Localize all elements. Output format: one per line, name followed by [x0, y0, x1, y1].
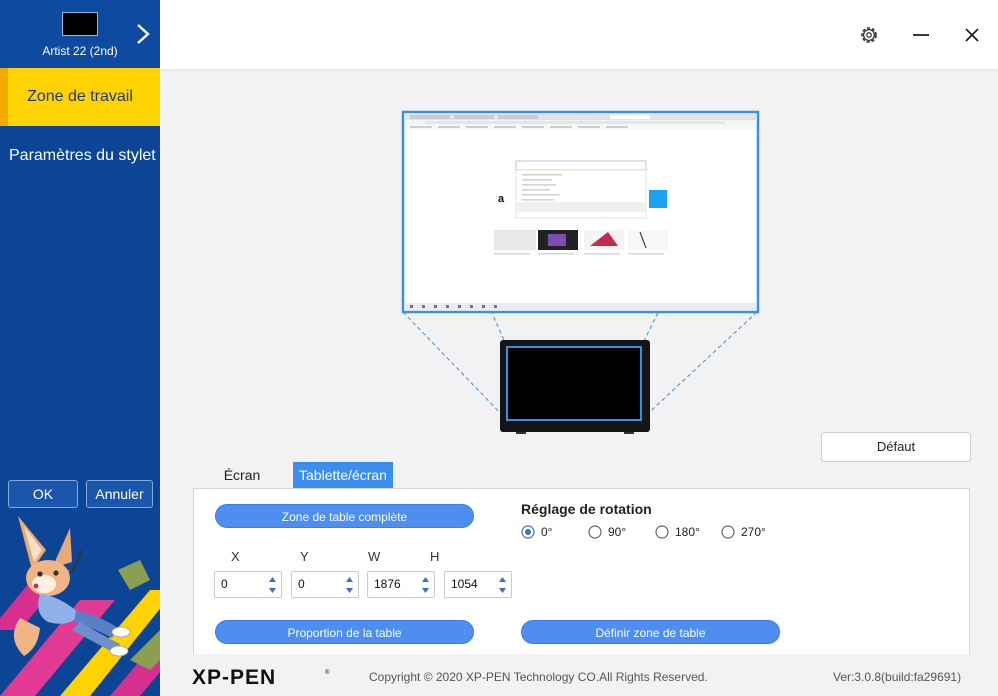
- gear-icon[interactable]: [858, 24, 880, 46]
- svg-text:®: ®: [325, 669, 330, 676]
- ok-button[interactable]: OK: [8, 480, 78, 508]
- h-label: H: [430, 549, 440, 564]
- sidebar-item-zone-de-travail[interactable]: Zone de travail: [0, 68, 160, 126]
- x-stepper[interactable]: 0: [214, 571, 282, 598]
- device-name: Artist 22 (2nd): [42, 44, 118, 58]
- title-bar: [160, 0, 998, 70]
- radio-checked-icon: [521, 525, 535, 539]
- mapping-preview: a: [401, 110, 760, 434]
- version-text: Ver:3.0.8(build:fa29691): [833, 670, 962, 684]
- active-indicator: [0, 68, 8, 126]
- chevron-right-icon[interactable]: [134, 22, 152, 46]
- full-table-area-button[interactable]: Zone de table complète: [215, 504, 474, 528]
- h-value: 1054: [451, 577, 478, 591]
- w-label: W: [368, 549, 381, 564]
- default-button[interactable]: Défaut: [821, 432, 971, 462]
- sidebar-item-label: Zone de travail: [27, 88, 133, 105]
- arrow-down-icon[interactable]: [268, 586, 277, 595]
- xp-pen-logo: XP-PEN ®: [192, 666, 330, 688]
- sidebar-item-label: Paramètres du stylet: [9, 147, 156, 164]
- svg-text:a: a: [498, 193, 505, 205]
- h-stepper[interactable]: 1054: [444, 571, 512, 598]
- radio-label: 0°: [541, 525, 553, 539]
- device-selector[interactable]: Artist 22 (2nd): [0, 0, 160, 68]
- radio-label: 180°: [675, 525, 700, 539]
- copyright-text: Copyright © 2020 XP-PEN Technology CO.Al…: [369, 670, 708, 684]
- fox-mascot-illustration: [0, 516, 160, 696]
- minimize-icon[interactable]: [910, 24, 932, 46]
- arrow-up-icon[interactable]: [268, 575, 277, 584]
- tablet-preview: [500, 340, 650, 434]
- w-stepper[interactable]: 1876: [367, 571, 435, 598]
- y-stepper[interactable]: 0: [291, 571, 359, 598]
- tab-tablette-ecran[interactable]: Tablette/écran: [293, 462, 393, 488]
- radio-unchecked-icon: [588, 525, 602, 539]
- sidebar-item-parametres-du-stylet[interactable]: Paramètres du stylet: [0, 127, 160, 185]
- y-label: Y: [300, 549, 309, 564]
- x-value: 0: [221, 577, 228, 591]
- rotation-title: Réglage de rotation: [521, 501, 652, 517]
- define-table-area-button[interactable]: Définir zone de table: [521, 620, 780, 644]
- table-proportion-button[interactable]: Proportion de la table: [215, 620, 474, 644]
- x-label: X: [231, 549, 240, 564]
- arrow-down-icon[interactable]: [498, 586, 507, 595]
- w-value: 1876: [374, 577, 401, 591]
- radio-unchecked-icon: [655, 525, 669, 539]
- close-icon[interactable]: [961, 24, 983, 46]
- y-value: 0: [298, 577, 305, 591]
- radio-label: 270°: [741, 525, 766, 539]
- radio-unchecked-icon: [721, 525, 735, 539]
- sidebar: Artist 22 (2nd) Zone de travail Paramètr…: [0, 0, 160, 696]
- radio-label: 90°: [608, 525, 627, 539]
- arrow-up-icon[interactable]: [498, 575, 507, 584]
- screen-preview: a: [401, 110, 760, 314]
- arrow-down-icon[interactable]: [345, 586, 354, 595]
- device-thumbnail: [62, 12, 98, 36]
- arrow-down-icon[interactable]: [421, 586, 430, 595]
- arrow-up-icon[interactable]: [421, 575, 430, 584]
- cancel-button[interactable]: Annuler: [86, 480, 153, 508]
- arrow-up-icon[interactable]: [345, 575, 354, 584]
- svg-text:XP-PEN: XP-PEN: [192, 666, 276, 688]
- tab-ecran[interactable]: Écran: [212, 462, 272, 488]
